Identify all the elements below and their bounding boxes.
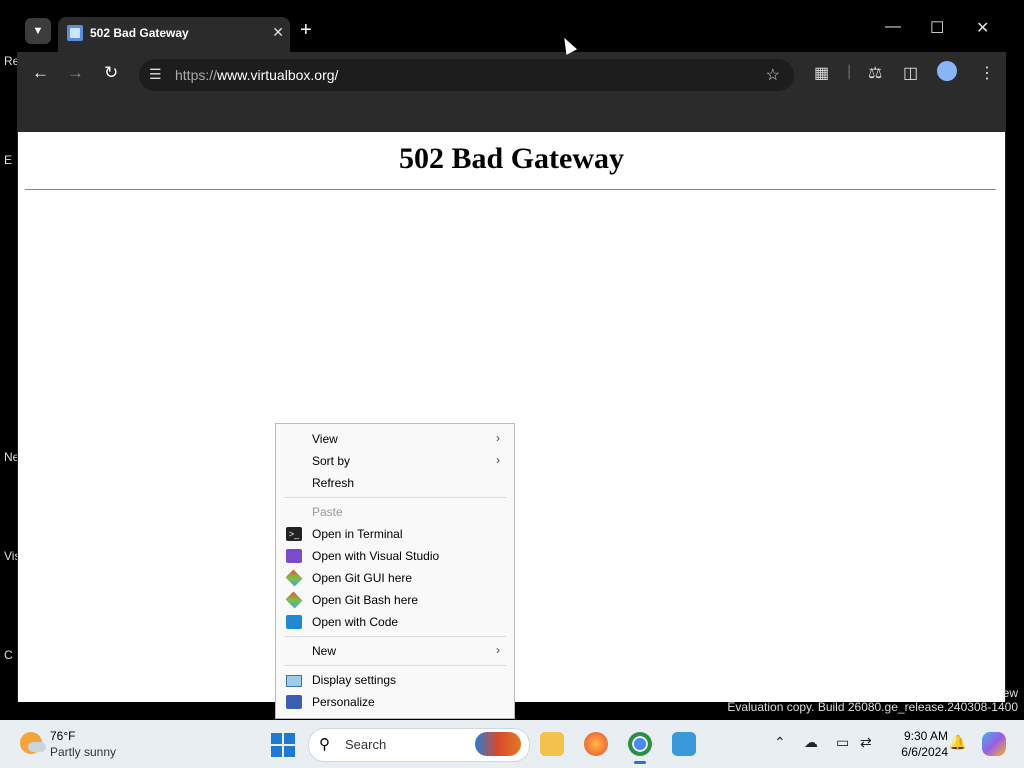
menu-item-personalize[interactable]: Personalize (276, 691, 514, 713)
menu-separator (284, 665, 506, 666)
side-panel-icon[interactable]: ◫ (903, 63, 918, 83)
avatar-icon[interactable] (937, 61, 957, 81)
notification-bell-icon[interactable]: 🔔 (949, 734, 966, 751)
star-icon[interactable]: ☆ (766, 65, 780, 85)
url-text[interactable]: https://www.virtualbox.org/ (175, 67, 338, 83)
address-bar[interactable]: ☰ https://www.virtualbox.org/ ☆ (139, 59, 794, 91)
news-widget-icon[interactable] (475, 732, 521, 756)
chrome-icon[interactable] (628, 732, 652, 764)
kebab-icon[interactable]: ⋮ (979, 63, 995, 83)
puzzle-icon[interactable]: ▦ (814, 63, 829, 83)
reload-button[interactable]: ↻ (104, 63, 118, 83)
forward-button[interactable]: → (67, 63, 84, 83)
search-icon: ⚲ (319, 736, 330, 753)
menu-item-sort-by[interactable]: Sort by › (276, 450, 514, 472)
start-button[interactable] (271, 733, 295, 757)
desktop-icon-label[interactable]: E (4, 153, 12, 167)
maximize-icon[interactable]: ☐ (930, 18, 944, 38)
firefox-icon[interactable] (584, 732, 608, 756)
menu-item-refresh[interactable]: Refresh (276, 472, 514, 494)
menu-item-view[interactable]: View › (276, 428, 514, 450)
terminal-icon: >_ (286, 527, 302, 541)
bookmark-bar (17, 96, 1006, 132)
copilot-icon[interactable] (982, 732, 1006, 756)
context-menu: View › Sort by › Refresh Paste >_ Open i… (275, 423, 515, 719)
divider (25, 189, 996, 190)
sync-icon[interactable]: ⇄ (860, 734, 872, 751)
tab-search-button[interactable]: ▼ (25, 18, 51, 44)
chevron-right-icon: › (496, 453, 500, 467)
desktop-icon-label[interactable]: C (4, 648, 13, 662)
partly-sunny-icon (20, 732, 46, 754)
new-tab-button[interactable]: + (300, 19, 312, 42)
display-icon (286, 675, 302, 687)
menu-separator (284, 636, 506, 637)
menu-item-open-git-bash[interactable]: Open Git Bash here (276, 589, 514, 611)
close-window-icon[interactable]: ✕ (976, 18, 989, 38)
chevron-up-icon[interactable]: ⌃ (774, 734, 786, 751)
display-tray-icon[interactable]: ▭ (836, 734, 849, 751)
evaluation-watermark: ew Evaluation copy. Build 26080.ge_relea… (727, 686, 1018, 714)
personalize-icon (286, 695, 302, 709)
menu-item-open-with-code[interactable]: Open with Code (276, 611, 514, 633)
chevron-right-icon: › (496, 643, 500, 657)
file-explorer-icon[interactable] (540, 732, 564, 756)
browser-toolbar: ← → ↻ ☰ https://www.virtualbox.org/ ☆ ▦ … (17, 52, 1006, 96)
clock[interactable]: 9:30 AM 6/6/2024 (884, 728, 948, 760)
chevron-down-icon: ▼ (32, 25, 44, 37)
visual-studio-icon (286, 549, 302, 563)
chevron-right-icon: › (496, 431, 500, 445)
menu-separator (284, 497, 506, 498)
tune-icon[interactable]: ☰ (149, 66, 162, 83)
virtualbox-favicon-icon (67, 25, 83, 41)
minimize-icon[interactable]: — (885, 18, 901, 36)
menu-item-new[interactable]: New › (276, 640, 514, 662)
close-tab-icon[interactable]: ✕ (272, 24, 284, 41)
vscode-icon (286, 615, 302, 629)
browser-tab[interactable]: 502 Bad Gateway ✕ (58, 17, 290, 52)
network-offline-icon[interactable]: ☁ (804, 734, 818, 751)
git-icon (285, 569, 303, 587)
separator: | (847, 63, 852, 80)
menu-item-display-settings[interactable]: Display settings (276, 669, 514, 691)
back-button[interactable]: ← (32, 63, 49, 83)
menu-item-open-git-gui[interactable]: Open Git GUI here (276, 567, 514, 589)
tab-strip: ▼ 502 Bad Gateway ✕ + — ☐ ✕ (17, 10, 1006, 52)
menu-item-open-visual-studio[interactable]: Open with Visual Studio (276, 545, 514, 567)
virtualbox-app-icon[interactable] (672, 732, 696, 756)
menu-item-paste: Paste (312, 505, 343, 519)
flask-icon[interactable]: ⚖ (868, 63, 882, 83)
tab-title: 502 Bad Gateway (90, 26, 189, 40)
page-title: 502 Bad Gateway (399, 142, 624, 175)
taskbar: 76°F Partly sunny ⚲ Search ⌃ ☁ ▭ ⇄ 9:30 … (0, 720, 1024, 768)
windows-logo-icon (271, 733, 282, 744)
menu-item-open-in-terminal[interactable]: >_ Open in Terminal (276, 523, 514, 545)
git-icon (285, 591, 303, 609)
